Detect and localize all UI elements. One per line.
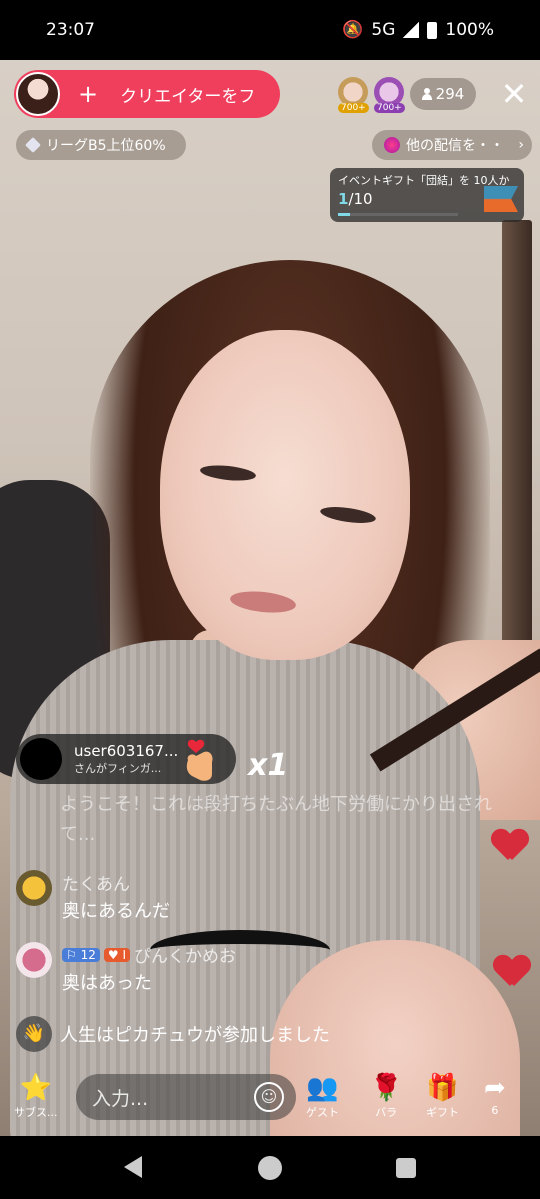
gift-description: さんがフィンガ... (74, 762, 162, 775)
chat-username[interactable]: たくあん (62, 870, 170, 895)
emoji-icon[interactable]: ☺ (254, 1082, 284, 1112)
bottom-toolbar: ⭐ サブス... 入力... ☺ 👥 ゲスト 🌹 バラ 🎁 ギフト ➦ 6 (0, 1066, 540, 1136)
chat-avatar[interactable] (16, 870, 52, 906)
join-notice: 👋 人生はピカチュウが参加しました (16, 1016, 330, 1052)
eye-right (319, 504, 377, 526)
chat-message[interactable]: たくあん 奥にあるんだ (16, 870, 170, 923)
chevron-right-icon: › (518, 137, 524, 153)
follow-creator-button[interactable]: + クリエイターをフ (14, 70, 280, 118)
home-icon[interactable] (258, 1156, 282, 1180)
top-viewers[interactable]: 700+ 700+ (338, 77, 405, 113)
wave-icon: 👋 (16, 1016, 52, 1052)
chat-text: 奥にあるんだ (62, 901, 170, 922)
status-bar: 23:07 🔕 5G 100% (0, 0, 540, 60)
fan-badge: ♥ I (103, 947, 130, 962)
gift-sender-avatar[interactable] (20, 738, 62, 780)
battery-icon (427, 21, 438, 39)
share-icon: ➦ (484, 1073, 506, 1103)
other-streams-label: 他の配信を・・ (406, 138, 504, 154)
live-dot-icon (384, 137, 400, 153)
event-progress-fill (338, 213, 350, 216)
level-badge: ⚐ 12 (62, 947, 100, 962)
eye-left (199, 463, 257, 483)
subscribe-button[interactable]: ⭐ サブス... (14, 1072, 58, 1120)
gift-text: user603167... さんがフィンガ... (74, 742, 178, 776)
share-button[interactable]: ➦ 6 (484, 1072, 506, 1117)
chat-message-faded: ようこそ！これは段打ちたぶん地下労働にかり出されて... (60, 794, 492, 845)
chat-message[interactable]: ⚐ 12 ♥ I ぴんくかめお 奥はあった (16, 942, 236, 995)
finger-heart-icon (186, 739, 213, 781)
guest-label: ゲスト (306, 1106, 339, 1119)
lips (229, 588, 297, 616)
signal-icon (403, 22, 420, 38)
follow-creator-label: クリエイターをフ (120, 86, 256, 107)
level-value: 12 (80, 947, 96, 962)
recent-apps-icon[interactable] (396, 1158, 416, 1178)
viewer-avatar[interactable]: 700+ (338, 77, 369, 113)
diamond-icon (25, 137, 41, 153)
event-title: イベントギフト「団結」を 10人か (338, 174, 510, 187)
join-text: 人生はピカチュウが参加しました (60, 1025, 330, 1046)
fan-value: I (122, 947, 126, 962)
viewer-badge: 700+ (338, 103, 369, 113)
league-label: リーグB5上位60% (46, 138, 166, 154)
heart-icon (494, 956, 530, 988)
comment-placeholder: 入力... (92, 1087, 149, 1110)
status-icons: 🔕 5G 100% (342, 20, 494, 40)
comment-input[interactable]: 入力... ☺ (76, 1074, 296, 1120)
gift-icon: 🎁 (426, 1073, 459, 1103)
event-gift-panel[interactable]: イベントギフト「団結」を 10人か 1/10 (330, 168, 524, 222)
league-rank-button[interactable]: リーグB5上位60% (16, 130, 186, 160)
person-icon (421, 88, 432, 100)
subscribe-label: サブス... (14, 1106, 58, 1119)
heart-icon (492, 830, 528, 862)
gift-count: x1 (248, 748, 289, 783)
gift-button[interactable]: 🎁 ギフト (426, 1072, 459, 1120)
chat-text: 奥はあった (62, 973, 152, 994)
back-icon[interactable] (124, 1156, 142, 1178)
chat-avatar[interactable] (16, 942, 52, 978)
viewer-count-button[interactable]: 294 (410, 78, 476, 110)
rose-icon: 🌹 (370, 1073, 403, 1103)
status-time: 23:07 (46, 20, 95, 40)
streamer-face (160, 330, 410, 660)
other-streams-button[interactable]: 他の配信を・・ › (372, 130, 532, 160)
rose-label: バラ (375, 1106, 398, 1119)
close-button[interactable]: ✕ (496, 76, 532, 112)
plus-icon: + (78, 80, 99, 108)
star-icon: ⭐ (19, 1073, 52, 1103)
event-current: 1 (338, 190, 349, 208)
viewer-badge: 700+ (374, 103, 405, 113)
guest-icon: 👥 (306, 1073, 339, 1103)
network-label: 5G (371, 20, 396, 40)
guest-button[interactable]: 👥 ゲスト (306, 1072, 339, 1120)
background-wall (502, 220, 532, 700)
chat-username[interactable]: ぴんくかめお (134, 942, 236, 967)
rose-button[interactable]: 🌹 バラ (370, 1072, 402, 1120)
share-count: 6 (491, 1104, 499, 1117)
creator-avatar[interactable] (16, 72, 60, 116)
viewer-count: 294 (435, 85, 465, 103)
viewer-avatar[interactable]: 700+ (374, 77, 405, 113)
mute-icon: 🔕 (342, 20, 364, 40)
gift-label: ギフト (426, 1106, 459, 1119)
event-progress-bar (338, 213, 458, 216)
system-nav-bar (0, 1136, 540, 1199)
event-total: /10 (348, 190, 373, 208)
gift-sender-name: user603167... (74, 742, 179, 760)
battery-level: 100% (445, 20, 494, 40)
